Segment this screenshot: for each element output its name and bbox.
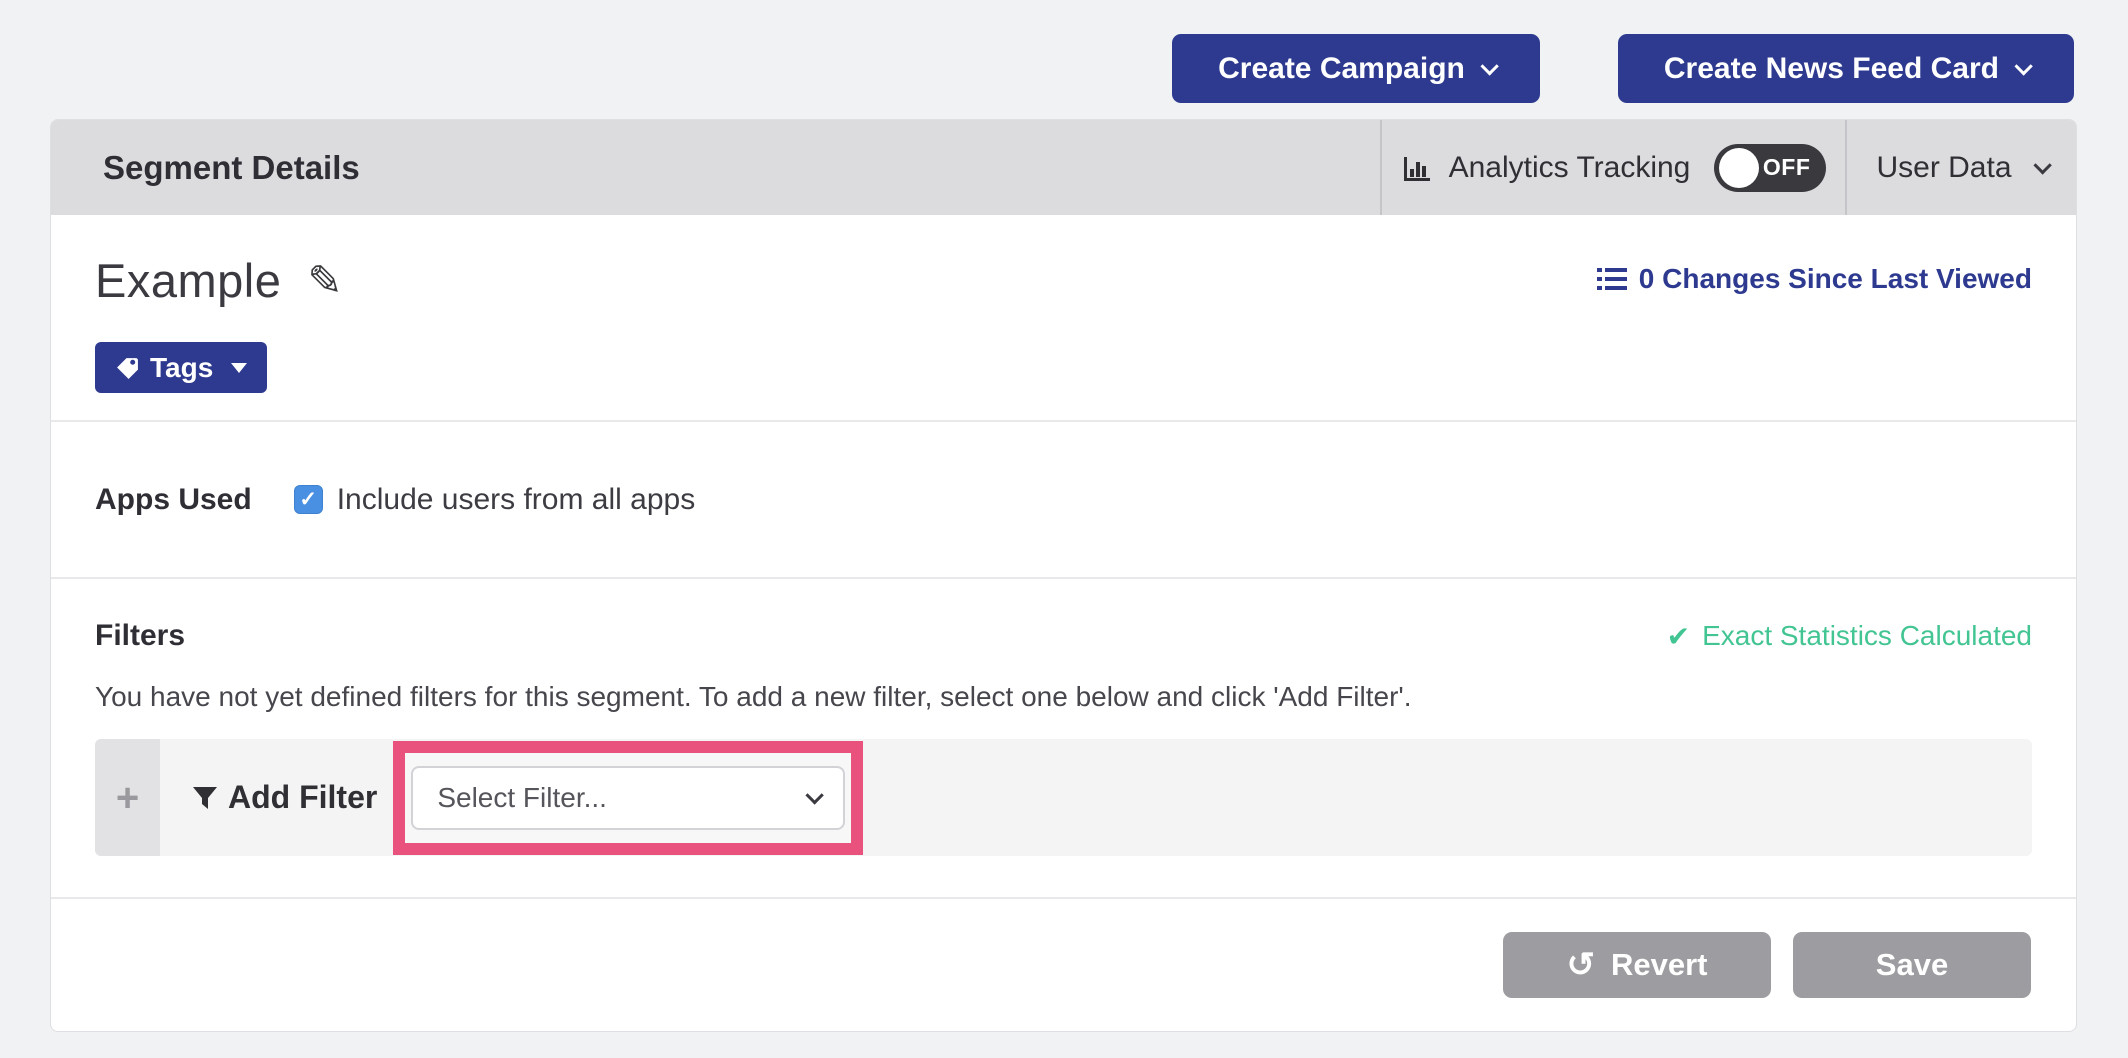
revert-button-label: Revert [1611, 947, 1708, 983]
add-filter-group-button[interactable]: + [95, 739, 160, 856]
add-filter-label: Add Filter [228, 779, 377, 816]
plus-icon: + [116, 778, 139, 818]
user-data-label: User Data [1876, 151, 2011, 185]
checkmark-icon: ✓ [299, 489, 317, 510]
exact-statistics-status: ✔ Exact Statistics Calculated [1667, 620, 2032, 653]
changes-since-last-viewed-link[interactable]: 0 Changes Since Last Viewed [1597, 263, 2032, 295]
apps-used-section: Apps Used ✓ Include users from all apps [51, 420, 2076, 577]
exact-statistics-label: Exact Statistics Calculated [1702, 620, 2032, 652]
create-news-feed-card-button[interactable]: Create News Feed Card [1618, 34, 2074, 103]
tag-icon [115, 355, 140, 380]
analytics-tracking-toggle[interactable]: OFF [1714, 144, 1826, 192]
create-campaign-button[interactable]: Create Campaign [1172, 34, 1540, 103]
select-filter-dropdown[interactable]: Select Filter... [411, 766, 845, 830]
page-title: Segment Details [51, 120, 1380, 215]
save-button[interactable]: Save [1793, 932, 2031, 998]
select-filter-placeholder: Select Filter... [437, 782, 607, 814]
segment-title-section: Example ✎ 0 Changes Since Last Viewed Ta… [51, 215, 2076, 420]
card-footer: ↺ Revert Save [51, 897, 2076, 1031]
chevron-down-icon [806, 786, 824, 804]
segment-name: Example [95, 253, 281, 308]
toggle-knob [1719, 148, 1759, 188]
caret-down-icon [231, 363, 247, 373]
revert-button[interactable]: ↺ Revert [1503, 932, 1771, 998]
add-filter-label-group: Add Filter [192, 779, 377, 816]
highlight-annotation: Select Filter... [393, 741, 863, 855]
edit-pencil-icon[interactable]: ✎ [307, 260, 342, 302]
filters-empty-text: You have not yet defined filters for thi… [95, 681, 2032, 713]
chevron-down-icon [1480, 57, 1498, 75]
create-news-feed-card-label: Create News Feed Card [1664, 52, 1999, 86]
chevron-down-icon [2014, 57, 2032, 75]
include-all-apps-checkbox[interactable]: ✓ [294, 485, 323, 514]
analytics-tracking-section: Analytics Tracking OFF [1380, 120, 1845, 215]
analytics-tracking-label: Analytics Tracking [1449, 151, 1691, 185]
list-icon [1597, 266, 1627, 292]
toggle-state-label: OFF [1763, 154, 1811, 181]
changes-link-label: 0 Changes Since Last Viewed [1639, 263, 2032, 295]
check-icon: ✔ [1667, 620, 1690, 653]
chevron-down-icon [2033, 156, 2051, 174]
tags-button[interactable]: Tags [95, 342, 267, 393]
revert-icon: ↺ [1567, 948, 1596, 982]
tags-button-label: Tags [150, 352, 213, 384]
segment-details-card: Segment Details Analytics Tracking OFF U… [50, 119, 2077, 1032]
filters-heading: Filters [95, 619, 185, 653]
card-header: Segment Details Analytics Tracking OFF U… [51, 120, 2076, 215]
user-data-dropdown[interactable]: User Data [1845, 120, 2076, 215]
create-campaign-label: Create Campaign [1218, 52, 1465, 86]
include-all-apps-label: Include users from all apps [337, 483, 696, 517]
save-button-label: Save [1876, 947, 1948, 983]
top-action-bar: Create Campaign Create News Feed Card [1172, 34, 2074, 103]
bar-chart-icon [1401, 152, 1433, 184]
funnel-icon [192, 785, 218, 811]
filters-section: Filters ✔ Exact Statistics Calculated Yo… [51, 577, 2076, 897]
apps-used-label: Apps Used [95, 483, 252, 517]
filter-row: + Add Filter Select Filter... [95, 739, 2032, 856]
